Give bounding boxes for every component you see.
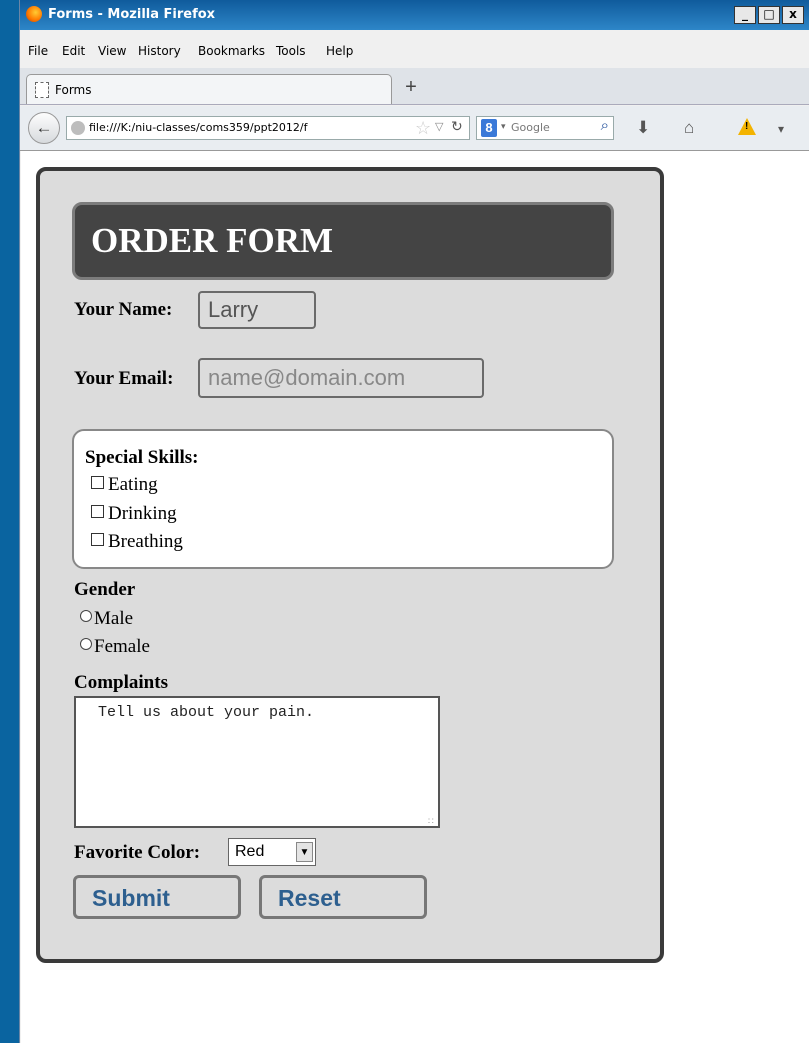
gender-option-label: Female — [94, 636, 150, 657]
skill-option-drinking: Drinking — [91, 503, 177, 525]
reload-icon[interactable]: ↻ — [451, 118, 463, 135]
warning-icon[interactable]: ! — [738, 118, 756, 135]
gender-option-female: Female — [80, 636, 150, 658]
name-field[interactable] — [198, 291, 316, 329]
tab-forms[interactable]: Forms — [26, 74, 392, 104]
complaints-textarea[interactable]: Tell us about your pain. — [74, 696, 440, 828]
resize-grip-icon[interactable]: ∷ — [428, 816, 434, 827]
back-arrow-icon: ← — [35, 118, 53, 137]
menu-view[interactable]: View — [98, 44, 126, 58]
complaints-label: Complaints — [74, 672, 168, 693]
new-tab-button[interactable]: + — [398, 76, 424, 100]
url-dropdown-icon[interactable]: ▽ — [435, 120, 443, 133]
breathing-checkbox[interactable] — [91, 533, 104, 547]
tab-bar: Forms + — [20, 68, 809, 105]
menu-dropdown-icon[interactable]: ▾ — [778, 121, 784, 137]
tab-title: Forms — [55, 83, 92, 97]
female-radio[interactable] — [80, 637, 92, 650]
globe-icon — [71, 121, 85, 135]
blank-page-icon — [35, 82, 49, 98]
close-button[interactable]: x — [782, 6, 804, 24]
title-bar: Forms - Mozilla Firefox _ □ x — [20, 0, 809, 30]
menu-bookmarks[interactable]: Bookmarks — [198, 44, 265, 58]
skills-fieldset: Special Skills: Eating Drinking Breathin… — [72, 429, 614, 569]
skills-label: Special Skills: — [85, 447, 199, 468]
search-bar[interactable]: 8 ▾ Google ⌕ — [476, 116, 614, 140]
favorite-color-label: Favorite Color: — [74, 842, 201, 863]
page-content: ORDER FORM Your Name: Your Email: Specia… — [21, 151, 809, 1043]
maximize-button[interactable]: □ — [758, 6, 780, 24]
drinking-checkbox[interactable] — [91, 505, 104, 519]
window-title: Forms - Mozilla Firefox — [48, 7, 216, 22]
male-radio[interactable] — [80, 609, 92, 622]
skill-option-eating: Eating — [91, 474, 158, 496]
reset-button[interactable]: Reset — [259, 875, 427, 919]
google-icon[interactable]: 8 — [481, 119, 497, 137]
firefox-icon — [26, 6, 42, 22]
download-arrow-icon[interactable]: ⬇ — [636, 119, 650, 136]
menu-help[interactable]: Help — [326, 44, 353, 58]
menu-bar: File Edit View History Bookmarks Tools H… — [20, 30, 809, 66]
skill-label: Eating — [108, 474, 158, 495]
page-title: ORDER FORM — [91, 221, 334, 260]
form-header: ORDER FORM — [72, 202, 614, 280]
search-placeholder: Google — [511, 121, 550, 134]
submit-button[interactable]: Submit — [73, 875, 241, 919]
skill-option-breathing: Breathing — [91, 531, 183, 553]
url-text: file:///K:/niu-classes/coms359/ppt2012/f — [89, 121, 308, 134]
browser-window: Forms - Mozilla Firefox _ □ x File Edit … — [19, 0, 809, 1043]
gender-option-male: Male — [80, 608, 133, 630]
home-icon[interactable]: ⌂ — [684, 119, 694, 136]
favorite-color-select[interactable]: Red ▼ — [228, 838, 316, 866]
menu-history[interactable]: History — [138, 44, 181, 58]
menu-file[interactable]: File — [28, 44, 48, 58]
selected-color: Red — [235, 843, 265, 860]
bookmark-star-icon[interactable]: ☆ — [415, 117, 431, 139]
minimize-button[interactable]: _ — [734, 6, 756, 24]
skill-label: Breathing — [108, 531, 183, 552]
search-engine-dropdown-icon[interactable]: ▾ — [501, 121, 506, 132]
navigation-toolbar: ← file:///K:/niu-classes/coms359/ppt2012… — [20, 106, 809, 151]
gender-option-label: Male — [94, 608, 134, 629]
gender-label: Gender — [74, 579, 136, 600]
dropdown-arrow-icon[interactable]: ▼ — [296, 842, 313, 862]
email-field[interactable] — [198, 358, 484, 398]
menu-edit[interactable]: Edit — [62, 44, 85, 58]
back-button[interactable]: ← — [28, 112, 60, 144]
search-icon[interactable]: ⌕ — [601, 117, 609, 134]
url-bar[interactable]: file:///K:/niu-classes/coms359/ppt2012/f… — [66, 116, 470, 140]
name-label: Your Name: — [74, 299, 173, 320]
email-label: Your Email: — [74, 368, 174, 389]
window-controls: _ □ x — [734, 6, 804, 24]
skill-label: Drinking — [108, 503, 177, 524]
eating-checkbox[interactable] — [91, 476, 104, 490]
menu-tools[interactable]: Tools — [276, 44, 306, 58]
order-form-panel: ORDER FORM Your Name: Your Email: Specia… — [36, 167, 664, 963]
